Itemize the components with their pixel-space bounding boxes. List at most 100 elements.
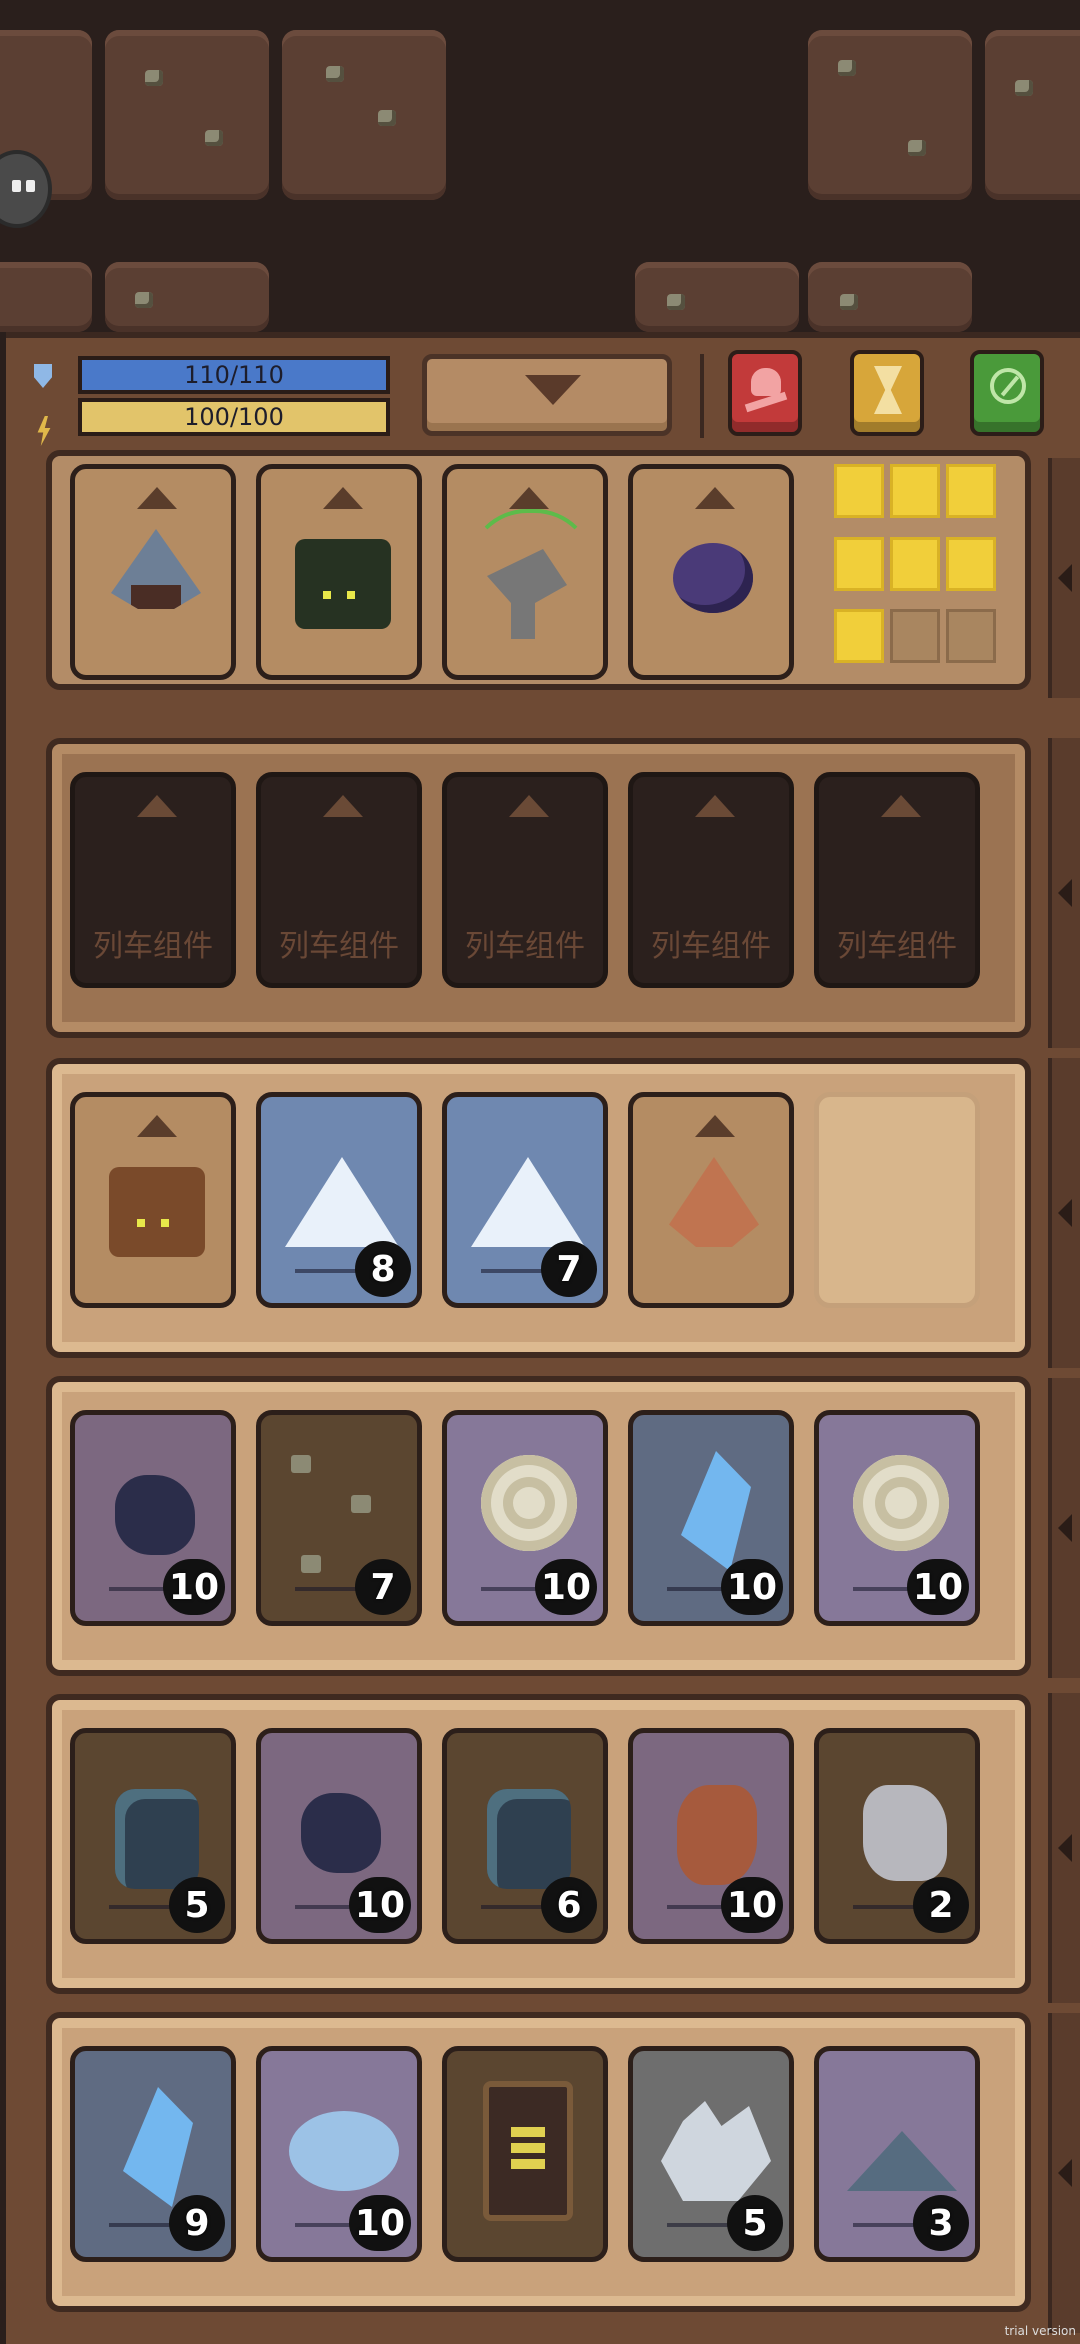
item-count-badge: 5 (169, 1877, 225, 1933)
module-grid-cell[interactable] (946, 609, 996, 664)
stone-icon (487, 1789, 571, 1889)
rusty-drill-icon (109, 1167, 205, 1257)
upgrade-arrow-icon (695, 487, 735, 509)
equipment-slot[interactable] (256, 464, 422, 680)
inventory-item[interactable]: 10 (628, 1728, 794, 1944)
upgrade-arrow-icon (509, 487, 549, 509)
chevron-left-icon (1058, 879, 1072, 907)
drill-head-icon (295, 539, 391, 629)
compass-button[interactable] (970, 350, 1044, 436)
train-part-label: 列车组件 (837, 929, 957, 964)
module-grid-cell[interactable] (946, 536, 996, 591)
side-tab-row-3[interactable] (1048, 1693, 1080, 2003)
module-grid-cell[interactable] (890, 609, 940, 664)
inventory-item[interactable]: 5 (628, 2046, 794, 2262)
inventory-row: 87 (46, 1058, 1031, 1358)
train-part-slot[interactable]: 列车组件 (70, 772, 236, 988)
upgrade-arrow-icon (323, 487, 363, 509)
inventory-item[interactable]: 10 (256, 2046, 422, 2262)
skull-button[interactable] (728, 350, 802, 436)
empty-slot[interactable] (814, 1092, 980, 1308)
upgrade-arrow-icon (137, 487, 177, 509)
inventory-item[interactable]: 8 (256, 1092, 422, 1308)
module-grid-cell[interactable] (834, 464, 884, 518)
side-tab-train[interactable] (1048, 738, 1080, 1048)
coal-icon (301, 1793, 381, 1873)
copper-ore-icon (677, 1785, 757, 1885)
side-tab-row-1[interactable] (1048, 1058, 1080, 1368)
inventory-item[interactable]: 10 (814, 1410, 980, 1626)
skull-icon (751, 368, 781, 396)
item-count-badge: 10 (720, 1877, 783, 1933)
spiral-fossil-icon (853, 1455, 949, 1551)
train-part-slot[interactable]: 列车组件 (628, 772, 794, 988)
item-count-badge: 10 (720, 1559, 783, 1615)
shield-icon (34, 364, 52, 388)
module-grid-cell[interactable] (890, 464, 940, 518)
train-part-label: 列车组件 (93, 929, 213, 964)
snow-icon (285, 1157, 399, 1247)
stone-icon (115, 1789, 199, 1889)
blue-crystal-icon (681, 1451, 751, 1571)
quartz-icon (661, 2101, 771, 2201)
item-count-badge: 5 (727, 2195, 783, 2251)
item-count-badge: 3 (913, 2195, 969, 2251)
item-count-badge: 7 (355, 1559, 411, 1615)
inventory-item[interactable] (628, 1092, 794, 1308)
item-count-badge: 10 (348, 1877, 411, 1933)
equipment-slot[interactable] (442, 464, 608, 680)
module-grid-cell[interactable] (834, 609, 884, 664)
inventory-item[interactable]: 10 (628, 1410, 794, 1626)
chevron-left-icon (1058, 1199, 1072, 1227)
train-parts-row: 列车组件 列车组件 列车组件 列车组件 列车组件 (46, 738, 1031, 1038)
module-grid-cell[interactable] (890, 536, 940, 591)
inventory-item[interactable]: 7 (442, 1092, 608, 1308)
equipment-slot[interactable] (70, 464, 236, 680)
silver-ore-icon (863, 1785, 947, 1881)
train-part-slot[interactable]: 列车组件 (256, 772, 422, 988)
inventory-row: 5 10 6 10 2 (46, 1694, 1031, 1994)
chevron-left-icon (1058, 564, 1072, 592)
train-part-slot[interactable]: 列车组件 (814, 772, 980, 988)
upgrade-arrow-icon (137, 795, 177, 817)
chevron-left-icon (1058, 1834, 1072, 1862)
inventory-item[interactable]: 3 (814, 2046, 980, 2262)
equipment-slot[interactable] (628, 464, 794, 680)
battery-icon (483, 2081, 573, 2221)
health-bar: 110/110 (78, 356, 390, 394)
collapse-panel-button[interactable] (422, 354, 672, 436)
item-count-badge: 7 (541, 1241, 597, 1297)
inventory-item[interactable]: 7 (256, 1410, 422, 1626)
train-part-slot[interactable]: 列车组件 (442, 772, 608, 988)
hourglass-icon (874, 366, 902, 414)
item-count-badge: 10 (906, 1559, 969, 1615)
compass-icon (990, 368, 1026, 404)
item-count-badge: 6 (541, 1877, 597, 1933)
item-count-badge: 9 (169, 2195, 225, 2251)
side-tab-row-2[interactable] (1048, 1378, 1080, 1678)
inventory-item[interactable]: 10 (442, 1410, 608, 1626)
inventory-item[interactable]: 5 (70, 1728, 236, 1944)
copper-pyramid-icon (669, 1157, 759, 1247)
upgrade-arrow-icon (695, 1115, 735, 1137)
inventory-item[interactable]: 10 (70, 1410, 236, 1626)
module-grid[interactable] (834, 464, 1004, 676)
blue-crystal-icon (123, 2087, 193, 2207)
hourglass-button[interactable] (850, 350, 924, 436)
train-part-label: 列车组件 (651, 929, 771, 964)
inventory-item[interactable]: 6 (442, 1728, 608, 1944)
upgrade-arrow-icon (137, 1115, 177, 1137)
inventory-item[interactable] (442, 2046, 608, 2262)
item-count-badge: 10 (162, 1559, 225, 1615)
divider (700, 354, 704, 438)
module-grid-cell[interactable] (834, 536, 884, 591)
train-part-label: 列车组件 (465, 929, 585, 964)
inventory-item[interactable]: 9 (70, 2046, 236, 2262)
inventory-item[interactable]: 2 (814, 1728, 980, 1944)
upgrade-arrow-icon (509, 795, 549, 817)
side-tab-equipment[interactable] (1048, 458, 1080, 698)
side-tab-row-4[interactable] (1048, 2013, 1080, 2333)
module-grid-cell[interactable] (946, 464, 996, 518)
inventory-item[interactable]: 10 (256, 1728, 422, 1944)
inventory-item[interactable] (70, 1092, 236, 1308)
